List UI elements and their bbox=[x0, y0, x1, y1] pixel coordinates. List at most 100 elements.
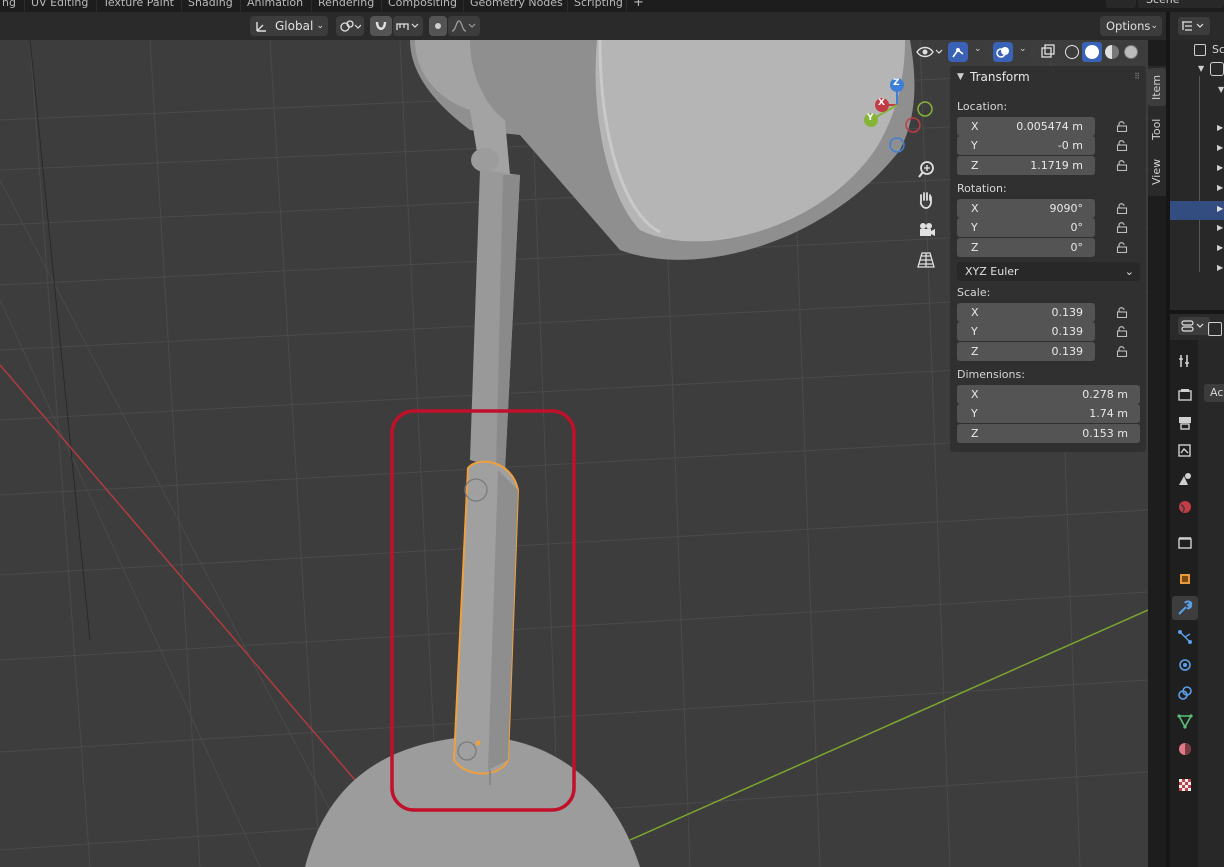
editor-type-dropdown[interactable] bbox=[1178, 317, 1210, 335]
gizmo-y-label: Y bbox=[867, 113, 874, 123]
transform-panel-header[interactable]: ▼ Transform ⠿ bbox=[950, 66, 1146, 88]
expand-triangle-icon[interactable]: ▶ bbox=[1217, 183, 1223, 192]
dimensions-y-field[interactable]: Y 1.74 m bbox=[957, 404, 1140, 423]
modifier-tab-active[interactable] bbox=[1172, 596, 1198, 620]
visibility-dropdown[interactable] bbox=[914, 42, 944, 62]
overlays-dropdown[interactable]: ⌄ bbox=[1015, 42, 1031, 62]
material-shading-icon[interactable] bbox=[1105, 45, 1119, 59]
snap-toggle[interactable] bbox=[370, 16, 392, 36]
workspace-tab-scripting[interactable]: Scripting bbox=[567, 0, 629, 11]
expand-triangle-icon[interactable]: ▶ bbox=[1217, 143, 1223, 152]
chevron-down-icon: ⌄ bbox=[974, 44, 982, 54]
rotation-x-field[interactable]: X 9090° bbox=[957, 199, 1095, 218]
lock-icon[interactable] bbox=[1116, 326, 1128, 337]
lock-icon[interactable] bbox=[1116, 121, 1128, 132]
texture-icon[interactable] bbox=[1176, 776, 1194, 794]
location-y-field[interactable]: Y -0 m bbox=[957, 136, 1095, 155]
collection-props-icon[interactable] bbox=[1176, 534, 1194, 552]
workspace-tab-compositing[interactable]: Compositing bbox=[381, 0, 463, 11]
object-data-icon[interactable] bbox=[1176, 712, 1194, 730]
properties-icon bbox=[1181, 320, 1204, 332]
lock-icon[interactable] bbox=[1116, 160, 1128, 171]
pin-toggle-icon[interactable] bbox=[1208, 322, 1222, 336]
gizmo-toggle[interactable] bbox=[948, 42, 968, 62]
location-x-field[interactable]: X 0.005474 m bbox=[957, 117, 1095, 136]
workspace-tab-animation[interactable]: Animation bbox=[240, 0, 309, 11]
outliner-row-selected[interactable]: ▶ bbox=[1170, 201, 1224, 220]
scale-x-field[interactable]: X 0.139 bbox=[957, 303, 1095, 322]
lock-icon[interactable] bbox=[1116, 203, 1128, 214]
expand-triangle-icon[interactable]: ▶ bbox=[1217, 223, 1223, 232]
expand-triangle-icon[interactable]: ▶ bbox=[1217, 163, 1223, 172]
gizmo-dropdown[interactable]: ⌄ bbox=[970, 42, 986, 62]
expand-triangle-icon[interactable]: ▼ bbox=[1198, 64, 1204, 73]
dimensions-x-field[interactable]: X 0.278 m bbox=[957, 385, 1140, 404]
editor-type-dropdown[interactable] bbox=[1178, 17, 1210, 35]
tab-tool[interactable]: Tool bbox=[1148, 110, 1166, 148]
expand-triangle-icon[interactable]: ▶ bbox=[1217, 263, 1223, 272]
zoom-button[interactable] bbox=[914, 158, 938, 182]
add-modifier-button[interactable]: Ac bbox=[1204, 384, 1224, 402]
tree-line bbox=[1199, 76, 1200, 272]
physics-icon[interactable] bbox=[1176, 656, 1194, 674]
options-dropdown[interactable]: Options ⌄ bbox=[1100, 16, 1162, 36]
proportional-editing-toggle[interactable] bbox=[429, 16, 447, 36]
expand-triangle-icon[interactable]: ▶ bbox=[1217, 204, 1223, 213]
add-workspace-button[interactable]: + bbox=[626, 0, 650, 11]
render-icon[interactable] bbox=[1176, 386, 1194, 404]
scene-icon[interactable] bbox=[1176, 470, 1194, 488]
object-icon[interactable] bbox=[1176, 570, 1194, 588]
scene-collection-label: Sc bbox=[1212, 43, 1224, 56]
lock-icon[interactable] bbox=[1116, 222, 1128, 233]
tool-settings-icon[interactable] bbox=[1176, 352, 1194, 370]
navigation-gizmo[interactable]: Z X Y bbox=[855, 77, 935, 157]
particles-icon[interactable] bbox=[1176, 628, 1194, 646]
lock-icon[interactable] bbox=[1116, 307, 1128, 318]
proportional-falloff-dropdown[interactable] bbox=[448, 16, 480, 36]
location-z-field[interactable]: Z 1.1719 m bbox=[957, 156, 1095, 175]
constraints-icon[interactable] bbox=[1176, 684, 1194, 702]
camera-icon bbox=[920, 223, 935, 236]
workspace-tab-modeling[interactable]: ng bbox=[0, 0, 22, 11]
expand-triangle-icon[interactable]: ▶ bbox=[1217, 243, 1223, 252]
output-icon[interactable] bbox=[1176, 414, 1194, 432]
rotation-mode-dropdown[interactable]: XYZ Euler ⌄ bbox=[957, 262, 1140, 281]
scale-z-field[interactable]: Z 0.139 bbox=[957, 342, 1095, 361]
lock-icon[interactable] bbox=[1116, 346, 1128, 357]
scene-collection-icon bbox=[1194, 44, 1206, 56]
workspace-tab-texture-paint[interactable]: Texture Paint bbox=[96, 0, 180, 11]
overlays-toggle[interactable] bbox=[993, 42, 1013, 62]
snap-target-dropdown[interactable] bbox=[393, 16, 423, 36]
xray-toggle[interactable] bbox=[1038, 42, 1058, 62]
chevron-down-icon: ⌄ bbox=[1124, 265, 1134, 278]
tab-item[interactable]: Item bbox=[1148, 68, 1166, 106]
lock-icon[interactable] bbox=[1116, 242, 1128, 253]
solid-shading-button[interactable] bbox=[1082, 42, 1102, 62]
dimensions-z-field[interactable]: Z 0.153 m bbox=[957, 424, 1140, 443]
workspace-tab-uv-editing[interactable]: UV Editing bbox=[24, 0, 94, 11]
scene-name-field[interactable]: Scene bbox=[1138, 0, 1224, 8]
wireframe-shading-icon[interactable] bbox=[1065, 45, 1079, 59]
scale-y-field[interactable]: Y 0.139 bbox=[957, 322, 1095, 341]
workspace-tab-rendering[interactable]: Rendering bbox=[311, 0, 380, 11]
rotation-y-field[interactable]: Y 0° bbox=[957, 218, 1095, 237]
drag-handle-icon[interactable]: ⠿ bbox=[1134, 66, 1140, 88]
transform-orientation-dropdown[interactable]: Global ⌄ bbox=[250, 16, 328, 36]
workspace-tab-shading[interactable]: Shading bbox=[181, 0, 239, 11]
expand-triangle-icon[interactable]: ▼ bbox=[1218, 85, 1224, 94]
perspective-toggle-button[interactable] bbox=[914, 248, 938, 272]
camera-view-button[interactable] bbox=[914, 218, 938, 242]
pan-button[interactable] bbox=[914, 188, 938, 212]
tab-view[interactable]: View bbox=[1148, 152, 1166, 192]
pivot-point-dropdown[interactable] bbox=[336, 16, 364, 36]
view-layer-icon[interactable] bbox=[1176, 442, 1194, 460]
rendered-shading-icon[interactable] bbox=[1124, 45, 1138, 59]
rotation-z-field[interactable]: Z 0° bbox=[957, 238, 1095, 257]
workspace-tab-geometry-nodes[interactable]: Geometry Nodes bbox=[463, 0, 569, 11]
lock-icon[interactable] bbox=[1116, 140, 1128, 151]
material-icon[interactable] bbox=[1176, 740, 1194, 758]
outliner-editor: Sc ▼ ▼ ▶ ▶ ▶ ▶ ▶ ▶ ▶ ▶ bbox=[1170, 12, 1224, 310]
expand-triangle-icon[interactable]: ▶ bbox=[1217, 123, 1223, 132]
scene-selector-button[interactable] bbox=[1106, 0, 1136, 8]
world-icon[interactable] bbox=[1176, 498, 1194, 516]
